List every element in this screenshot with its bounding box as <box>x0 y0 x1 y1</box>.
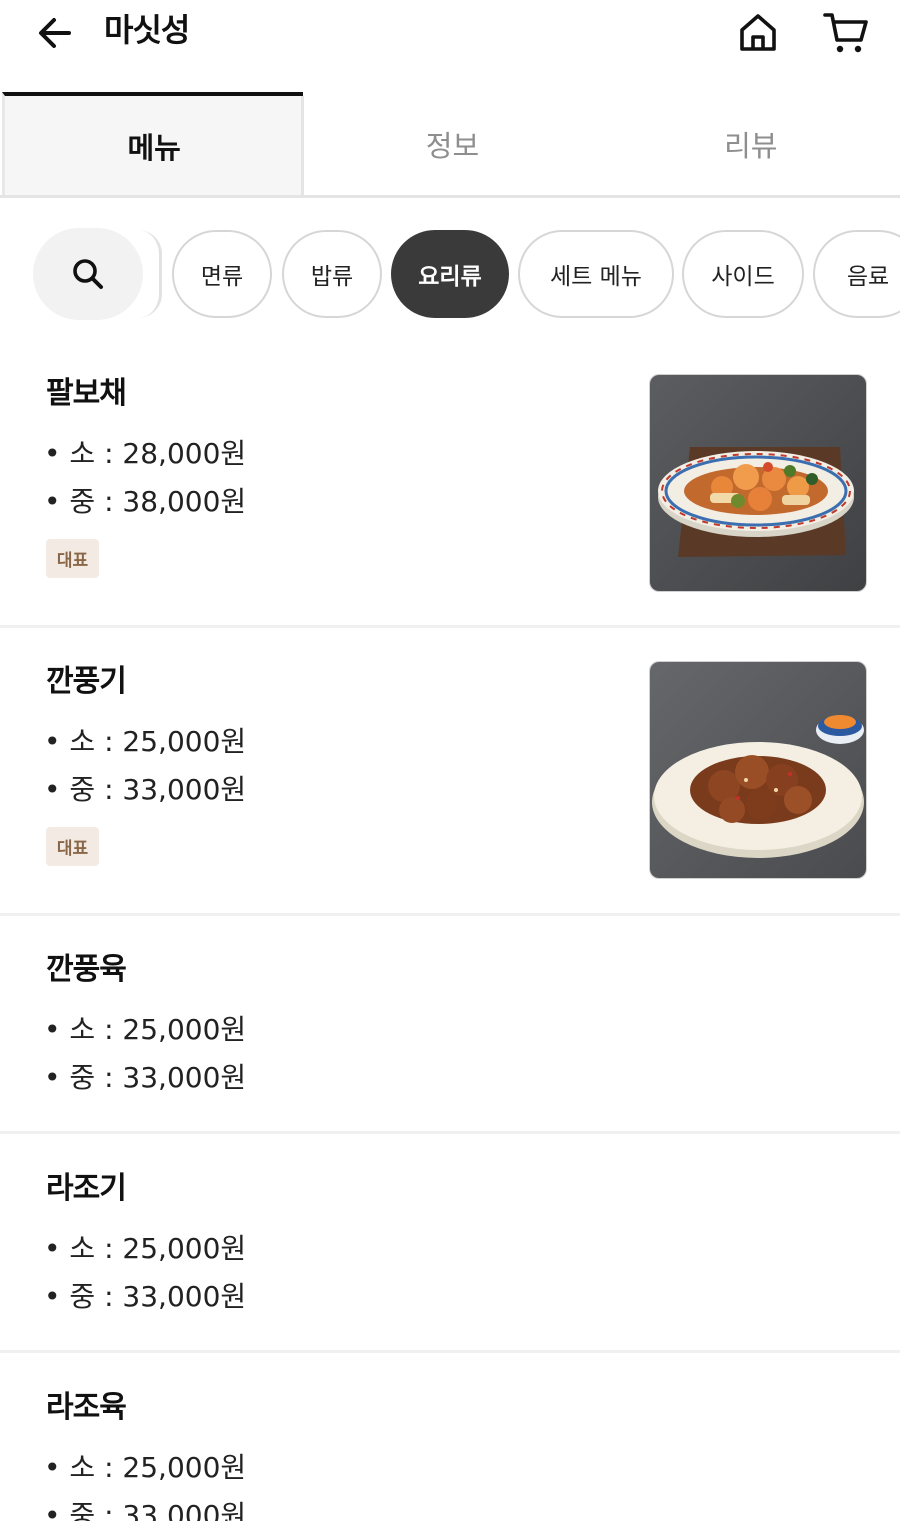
menu-search-button[interactable] <box>33 228 143 320</box>
menu-item-price-small: • 소 : 28,000원 <box>44 437 247 470</box>
tab-review[interactable]: 리뷰 <box>602 92 900 195</box>
tab-info[interactable]: 정보 <box>303 92 601 195</box>
menu-item[interactable]: 라조기 • 소 : 25,000원 • 중 : 33,000원 <box>0 1134 900 1353</box>
menu-item[interactable]: 깐풍육 • 소 : 25,000원 • 중 : 33,000원 <box>0 916 900 1134</box>
store-tabs: 메뉴 정보 리뷰 <box>0 92 900 198</box>
top-header: 마싯성 <box>0 0 900 92</box>
chip-set-menu[interactable]: 세트 메뉴 <box>518 230 674 318</box>
signature-badge: 대표 <box>46 539 99 578</box>
palbochae-dish-photo <box>650 375 866 591</box>
menu-item-photo[interactable] <box>649 374 867 592</box>
menu-item-price-medium: • 중 : 33,000원 <box>44 1280 247 1313</box>
signature-badge: 대표 <box>46 827 99 866</box>
cart-icon <box>823 13 868 53</box>
menu-item-name: 깐풍육 <box>46 952 127 987</box>
menu-item-price-small: • 소 : 25,000원 <box>44 1232 247 1265</box>
menu-item[interactable]: 라조육 • 소 : 25,000원 • 중 : 33,000원 <box>0 1353 900 1521</box>
chip-scroll-divider <box>138 230 162 318</box>
back-button[interactable] <box>30 8 80 58</box>
home-icon <box>740 14 776 51</box>
store-menu-screen: 마싯성 메뉴 정보 리뷰 면류 밥류 요리류 세트 메뉴 사이드 음료 팔보채 … <box>0 0 900 1521</box>
menu-item-price-medium: • 중 : 33,000원 <box>44 1499 247 1521</box>
home-button[interactable] <box>732 6 784 58</box>
category-chip-bar: 면류 밥류 요리류 세트 메뉴 사이드 음료 <box>0 226 900 322</box>
chip-rice[interactable]: 밥류 <box>282 230 382 318</box>
chip-drinks[interactable]: 음료 <box>813 230 900 318</box>
cart-button[interactable] <box>818 6 874 58</box>
menu-item-price-small: • 소 : 25,000원 <box>44 1451 247 1484</box>
menu-item-name: 라조육 <box>46 1390 127 1425</box>
chip-side[interactable]: 사이드 <box>682 230 804 318</box>
menu-item-name: 팔보채 <box>46 376 127 411</box>
menu-item-photo[interactable] <box>649 661 867 879</box>
menu-item[interactable]: 깐풍기 • 소 : 25,000원 • 중 : 33,000원 대표 <box>0 628 900 916</box>
store-title: 마싯성 <box>104 11 190 49</box>
menu-item-price-small: • 소 : 25,000원 <box>44 1013 247 1046</box>
menu-item-price-medium: • 중 : 33,000원 <box>44 773 247 806</box>
menu-item-price-medium: • 중 : 33,000원 <box>44 1061 247 1094</box>
menu-item-name: 라조기 <box>46 1171 127 1206</box>
arrow-left-icon <box>39 18 71 48</box>
menu-item[interactable]: 팔보채 • 소 : 28,000원 • 중 : 38,000원 대표 <box>0 346 900 628</box>
chip-dishes[interactable]: 요리류 <box>391 230 509 318</box>
tab-menu[interactable]: 메뉴 <box>2 92 305 198</box>
search-icon <box>73 259 103 289</box>
kkanpunggi-dish-photo <box>650 662 866 878</box>
menu-item-price-medium: • 중 : 38,000원 <box>44 485 247 518</box>
chip-noodles[interactable]: 면류 <box>172 230 272 318</box>
menu-item-name: 깐풍기 <box>46 664 127 699</box>
menu-item-price-small: • 소 : 25,000원 <box>44 725 247 758</box>
